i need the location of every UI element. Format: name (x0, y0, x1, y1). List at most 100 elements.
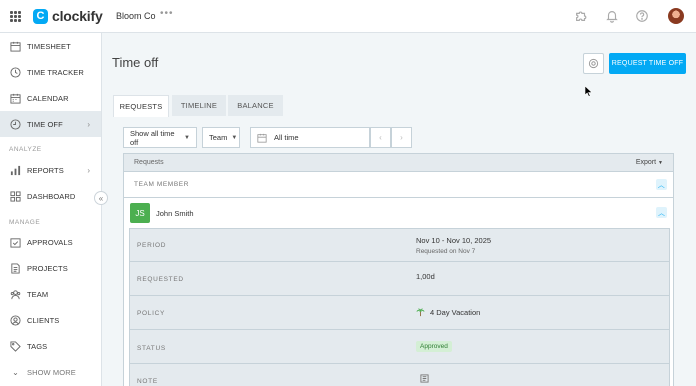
tab-balance[interactable]: BALANCE (228, 95, 283, 116)
note-label: NOTE (137, 378, 158, 385)
detail-note-row: NOTE (129, 363, 670, 386)
status-label: STATUS (137, 345, 166, 352)
sidebar-item-label: TIMESHEET (27, 41, 71, 51)
sidebar-item-dashboard[interactable]: DASHBOARD (0, 183, 101, 209)
workspace-name[interactable]: Bloom Co (116, 11, 156, 21)
tab-requests[interactable]: REQUESTS (113, 95, 169, 117)
sidebar-item-label: APPROVALS (27, 237, 73, 247)
table-title: Requests (134, 159, 164, 166)
status-badge: Approved (416, 341, 452, 352)
status-filter-dropdown[interactable]: Show all time off ▼ (123, 127, 197, 148)
sidebar-item-team[interactable]: TEAM (0, 281, 101, 307)
sidebar-item-tags[interactable]: TAGS (0, 333, 101, 359)
export-label: Export (635, 159, 657, 166)
page-title: Time off (112, 55, 159, 70)
workspace-menu-icon[interactable]: ••• (160, 8, 174, 19)
member-avatar: JS (130, 203, 150, 223)
collapse-all-button[interactable]: ︿ (656, 179, 667, 190)
sidebar-item-label: TEAM (27, 289, 49, 299)
sidebar-item-time-tracker[interactable]: TIME TRACKER (0, 59, 101, 85)
sidebar-item-label: TIME TRACKER (27, 67, 84, 77)
status-filter-value: Show all time off (130, 128, 175, 147)
projects-icon (11, 262, 20, 274)
clock-icon (10, 66, 21, 78)
policy-label: POLICY (137, 310, 166, 317)
detail-status-row: STATUS Approved (129, 329, 670, 364)
sidebar: TIMESHEET TIME TRACKER CALENDAR TIME OFF… (0, 33, 102, 386)
top-bar: C clockify Bloom Co ••• (0, 0, 696, 33)
time-off-icon (10, 118, 21, 130)
section-analyze: ANALYZE (9, 146, 42, 153)
sidebar-show-more[interactable]: ⌄ SHOW MORE (0, 359, 101, 385)
sidebar-item-calendar[interactable]: CALENDAR (0, 85, 101, 111)
note-icon[interactable] (420, 374, 429, 383)
reports-icon (10, 165, 21, 175)
chevron-right-icon: › (87, 165, 90, 175)
timesheet-icon (10, 41, 21, 52)
sidebar-item-label: DASHBOARD (27, 191, 76, 201)
caret-down-icon: ▼ (184, 134, 190, 141)
sidebar-item-label: REPORTS (27, 165, 64, 175)
chevron-right-icon: › (87, 119, 90, 129)
export-button[interactable]: Export ▼ (636, 159, 663, 166)
team-member-label: TEAM MEMBER (134, 181, 189, 188)
puzzle-icon[interactable] (574, 9, 588, 23)
settings-button[interactable] (583, 53, 604, 74)
group-filter-dropdown[interactable]: Team ▼ (202, 127, 240, 148)
sidebar-item-label: PROJECTS (27, 263, 68, 273)
date-range-picker[interactable]: All time (250, 127, 370, 148)
chevron-down-icon: ⌄ (12, 367, 19, 377)
mouse-cursor-icon (585, 86, 593, 97)
request-details: PERIOD Nov 10 - Nov 10, 2025 Requested o… (123, 228, 674, 386)
clockify-logo-icon: C (33, 8, 48, 24)
table-header: Requests Export ▼ (123, 153, 674, 172)
sidebar-item-approvals[interactable]: APPROVALS (0, 229, 101, 255)
caret-down-icon: ▼ (658, 160, 663, 166)
caret-down-icon: ▼ (231, 134, 238, 141)
tab-timeline[interactable]: TIMELINE (172, 95, 226, 116)
member-name: John Smith (156, 208, 194, 218)
detail-requested-row: REQUESTED 1,00d (129, 261, 670, 296)
sidebar-item-label: TIME OFF (27, 119, 63, 129)
detail-period-row: PERIOD Nov 10 - Nov 10, 2025 Requested o… (129, 228, 670, 262)
logo[interactable]: C clockify (33, 8, 103, 24)
clients-icon (10, 314, 21, 326)
requested-label: REQUESTED (137, 276, 184, 283)
sidebar-item-label: CLIENTS (27, 315, 60, 325)
sidebar-item-clients[interactable]: CLIENTS (0, 307, 101, 333)
previous-period-button[interactable]: ‹ (370, 127, 391, 148)
approvals-icon (10, 237, 21, 248)
help-icon[interactable] (635, 9, 649, 23)
team-icon (10, 289, 21, 299)
sidebar-item-reports[interactable]: REPORTS › (0, 157, 101, 183)
requested-on: Requested on Nov 7 (416, 248, 476, 255)
policy-value: 4 Day Vacation (430, 308, 481, 317)
bell-icon[interactable] (605, 9, 619, 23)
sidebar-item-time-off[interactable]: TIME OFF › (0, 111, 101, 137)
period-label: PERIOD (137, 242, 167, 249)
sidebar-item-projects[interactable]: PROJECTS (0, 255, 101, 281)
group-filter-value: Team (209, 133, 228, 142)
next-period-button[interactable]: › (391, 127, 412, 148)
member-row[interactable]: JS John Smith ︿ (123, 198, 674, 228)
detail-policy-row: POLICY 4 Day Vacation (129, 295, 670, 330)
calendar-icon (257, 133, 267, 143)
team-member-header: TEAM MEMBER ︿ (123, 172, 674, 198)
collapse-member-button[interactable]: ︿ (656, 207, 667, 218)
period-value: Nov 10 - Nov 10, 2025 (416, 236, 492, 245)
sidebar-item-label: CALENDAR (27, 93, 69, 103)
dashboard-icon (10, 190, 21, 202)
requests-table: Requests Export ▼ TEAM MEMBER ︿ JS John … (123, 153, 674, 386)
sidebar-item-label: SHOW MORE (27, 367, 76, 377)
date-range-value: All time (274, 133, 299, 142)
brand-name: clockify (52, 8, 103, 24)
collapse-sidebar-button[interactable]: « (94, 191, 108, 205)
tag-icon (10, 340, 21, 352)
user-avatar[interactable] (668, 8, 684, 24)
request-time-off-button[interactable]: REQUEST TIME OFF (609, 53, 686, 74)
section-manage: MANAGE (9, 219, 41, 226)
sidebar-item-timesheet[interactable]: TIMESHEET (0, 33, 101, 59)
sidebar-item-label: TAGS (27, 341, 48, 351)
requested-value: 1,00d (416, 272, 435, 281)
app-switcher-icon[interactable] (10, 11, 21, 22)
